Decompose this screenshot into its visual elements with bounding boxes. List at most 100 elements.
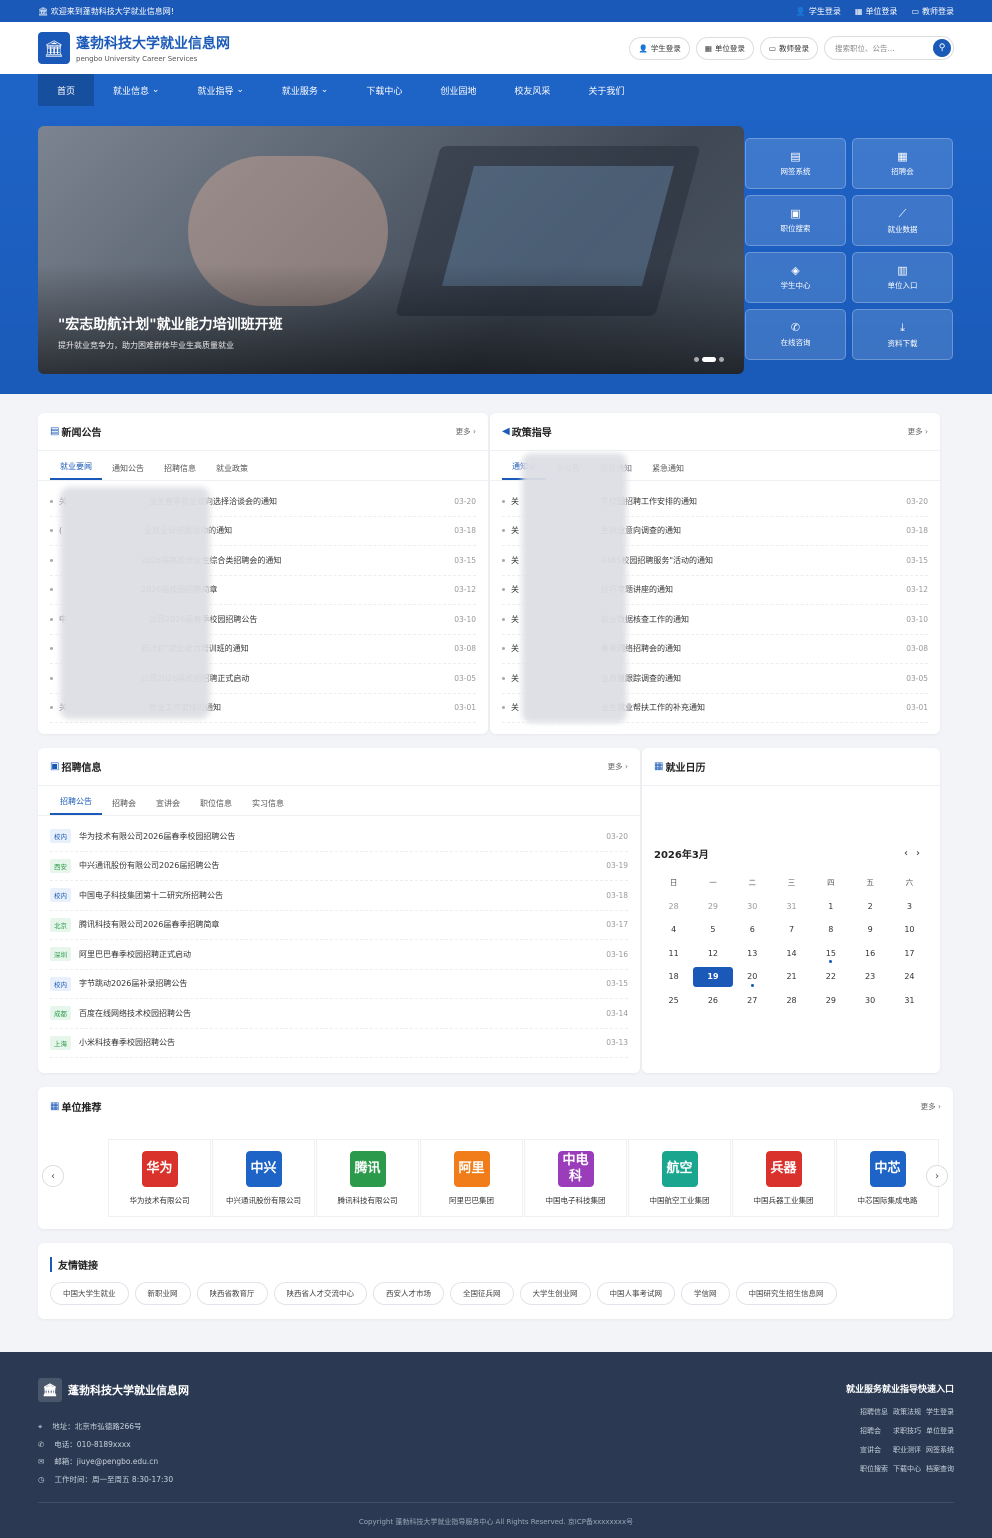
calendar-day[interactable]: 31 bbox=[890, 989, 929, 1013]
carousel-dot-active[interactable] bbox=[702, 357, 716, 362]
calendar-next-button[interactable]: › bbox=[916, 848, 928, 859]
nav-startup[interactable]: 创业园地 bbox=[421, 74, 495, 106]
calendar-day[interactable]: 24 bbox=[890, 965, 929, 989]
calendar-day[interactable]: 17 bbox=[890, 942, 929, 966]
friend-link[interactable]: 西安人才市场 bbox=[373, 1282, 444, 1305]
calendar-day[interactable]: 13 bbox=[733, 942, 772, 966]
job-row[interactable]: 西安 中兴通讯股份有限公司2026届招聘公告 03-19 bbox=[50, 852, 628, 881]
quick-link-0[interactable]: ▤ 网签系统 bbox=[745, 138, 846, 189]
calendar-day[interactable]: 5 bbox=[693, 918, 732, 942]
friend-link[interactable]: 中国研究生招生信息网 bbox=[735, 1282, 837, 1305]
tab-news-0[interactable]: 就业要闻 bbox=[50, 461, 102, 480]
calendar-day[interactable]: 9 bbox=[850, 918, 889, 942]
calendar-day[interactable]: 31 bbox=[772, 895, 811, 919]
footer-link[interactable]: 职业测评 bbox=[893, 1445, 921, 1455]
calendar-prev-button[interactable]: ‹ bbox=[904, 848, 916, 859]
quick-link-2[interactable]: ▣ 职位搜索 bbox=[745, 195, 846, 246]
site-logo[interactable]: 🏛 蓬勃科技大学就业信息网 pengbo University Career S… bbox=[38, 32, 230, 64]
calendar-day-today[interactable]: 19 bbox=[693, 965, 733, 989]
footer-link[interactable]: 下载中心 bbox=[893, 1464, 921, 1474]
nav-guidance[interactable]: 就业指导 ⌄ bbox=[178, 74, 262, 106]
quick-link-7[interactable]: ⤓ 资料下载 bbox=[852, 309, 953, 360]
quick-link-4[interactable]: ◈ 学生中心 bbox=[745, 252, 846, 303]
calendar-day[interactable]: 21 bbox=[772, 965, 811, 989]
footer-link[interactable]: 招聘会 bbox=[860, 1426, 888, 1436]
search-button[interactable]: ⚲ bbox=[933, 39, 951, 57]
job-row[interactable]: 深圳 阿里巴巴春季校园招聘正式启动 03-16 bbox=[50, 940, 628, 970]
friend-link[interactable]: 中国大学生就业 bbox=[50, 1282, 129, 1305]
calendar-day[interactable]: 6 bbox=[733, 918, 772, 942]
friend-link[interactable]: 全国征兵网 bbox=[450, 1282, 514, 1305]
job-row[interactable]: 校内 中国电子科技集团第十二研究所招聘公告 03-18 bbox=[50, 881, 628, 911]
tab-news-1[interactable]: 通知公告 bbox=[102, 463, 154, 480]
tab-policy-3[interactable]: 紧急通知 bbox=[642, 463, 694, 480]
footer-link[interactable]: 政策法规 bbox=[893, 1407, 921, 1417]
footer-link[interactable]: 求职技巧 bbox=[893, 1426, 921, 1436]
calendar-day[interactable]: 1 bbox=[811, 895, 850, 919]
calendar-day[interactable]: 15 bbox=[811, 942, 850, 966]
footer-link[interactable]: 网签系统 bbox=[926, 1445, 954, 1455]
carousel-dot[interactable] bbox=[694, 357, 699, 362]
calendar-day[interactable]: 28 bbox=[654, 895, 693, 919]
tab-recruit-1[interactable]: 招聘会 bbox=[102, 798, 146, 815]
calendar-day[interactable]: 27 bbox=[733, 989, 772, 1013]
calendar-day[interactable]: 8 bbox=[811, 918, 850, 942]
company-card[interactable]: 华为 华为技术有限公司 bbox=[108, 1139, 211, 1217]
company-card[interactable]: 腾讯 腾讯科技有限公司 bbox=[316, 1139, 419, 1217]
calendar-day[interactable]: 10 bbox=[890, 918, 929, 942]
tab-recruit-3[interactable]: 职位信息 bbox=[190, 798, 242, 815]
footer-link[interactable]: 单位登录 bbox=[926, 1426, 954, 1436]
tab-recruit-4[interactable]: 实习信息 bbox=[242, 798, 294, 815]
policy-more-link[interactable]: 更多 › bbox=[908, 426, 928, 437]
calendar-day[interactable]: 16 bbox=[850, 942, 889, 966]
company-card[interactable]: 中芯 中芯国际集成电路 bbox=[836, 1139, 939, 1217]
friend-link[interactable]: 新职业网 bbox=[134, 1282, 191, 1305]
calendar-day[interactable]: 12 bbox=[693, 942, 732, 966]
nav-downloads[interactable]: 下载中心 bbox=[347, 74, 421, 106]
companies-more-link[interactable]: 更多 › bbox=[921, 1101, 941, 1112]
friend-link[interactable]: 中国人事考试网 bbox=[596, 1282, 675, 1305]
job-row[interactable]: 北京 腾讯科技有限公司2026届春季招聘简章 03-17 bbox=[50, 911, 628, 940]
search-input[interactable]: 搜索职位、公告... ⚲ bbox=[824, 36, 954, 60]
nav-about[interactable]: 关于我们 bbox=[569, 74, 643, 106]
carousel-next-button[interactable]: › bbox=[926, 1165, 948, 1187]
recruit-more-link[interactable]: 更多 › bbox=[608, 761, 628, 772]
company-card[interactable]: 中兴 中兴通讯股份有限公司 bbox=[212, 1139, 315, 1217]
friend-link[interactable]: 陕西省教育厅 bbox=[196, 1282, 268, 1305]
calendar-day[interactable]: 20 bbox=[733, 965, 772, 989]
calendar-day[interactable]: 23 bbox=[850, 965, 889, 989]
footer-link[interactable]: 职位搜索 bbox=[860, 1464, 888, 1474]
job-row[interactable]: 校内 华为技术有限公司2026届春季校园招聘公告 03-20 bbox=[50, 822, 628, 852]
friend-link[interactable]: 陕西省人才交流中心 bbox=[273, 1282, 367, 1305]
friend-link[interactable]: 大学生创业网 bbox=[519, 1282, 591, 1305]
tab-news-3[interactable]: 就业政策 bbox=[206, 463, 258, 480]
job-row[interactable]: 成都 百度在线网络技术校园招聘公告 03-14 bbox=[50, 999, 628, 1029]
calendar-day[interactable]: 28 bbox=[772, 989, 811, 1013]
carousel-dot[interactable] bbox=[719, 357, 724, 362]
calendar-day[interactable]: 2 bbox=[850, 895, 889, 919]
calendar-day[interactable]: 7 bbox=[772, 918, 811, 942]
footer-link[interactable]: 宣讲会 bbox=[860, 1445, 888, 1455]
job-row[interactable]: 上海 小米科技春季校园招聘公告 03-13 bbox=[50, 1029, 628, 1058]
news-more-link[interactable]: 更多 › bbox=[456, 426, 476, 437]
top-student-login[interactable]: 👤 学生登录 bbox=[796, 6, 841, 17]
footer-link[interactable]: 学生登录 bbox=[926, 1407, 954, 1417]
calendar-day[interactable]: 29 bbox=[811, 989, 850, 1013]
calendar-day[interactable]: 11 bbox=[654, 942, 693, 966]
calendar-day[interactable]: 22 bbox=[811, 965, 850, 989]
teacher-login-button[interactable]: ▭ 教师登录 bbox=[759, 36, 818, 60]
calendar-day[interactable]: 25 bbox=[654, 989, 693, 1013]
calendar-day[interactable]: 4 bbox=[654, 918, 693, 942]
footer-link[interactable]: 招聘信息 bbox=[860, 1407, 888, 1417]
tab-news-2[interactable]: 招聘信息 bbox=[154, 463, 206, 480]
job-row[interactable]: 校内 字节跳动2026届补录招聘公告 03-15 bbox=[50, 970, 628, 999]
nav-employment-info[interactable]: 就业信息 ⌄ bbox=[94, 74, 178, 106]
calendar-day[interactable]: 3 bbox=[890, 895, 929, 919]
friend-link[interactable]: 学信网 bbox=[681, 1282, 730, 1305]
quick-link-3[interactable]: ⟋ 就业数据 bbox=[852, 195, 953, 246]
company-card[interactable]: 兵器 中国兵器工业集团 bbox=[732, 1139, 835, 1217]
nav-services[interactable]: 就业服务 ⌄ bbox=[263, 74, 347, 106]
quick-link-1[interactable]: ▦ 招聘会 bbox=[852, 138, 953, 189]
student-login-button[interactable]: 👤 学生登录 bbox=[629, 36, 690, 60]
company-card[interactable]: 阿里 阿里巴巴集团 bbox=[420, 1139, 523, 1217]
